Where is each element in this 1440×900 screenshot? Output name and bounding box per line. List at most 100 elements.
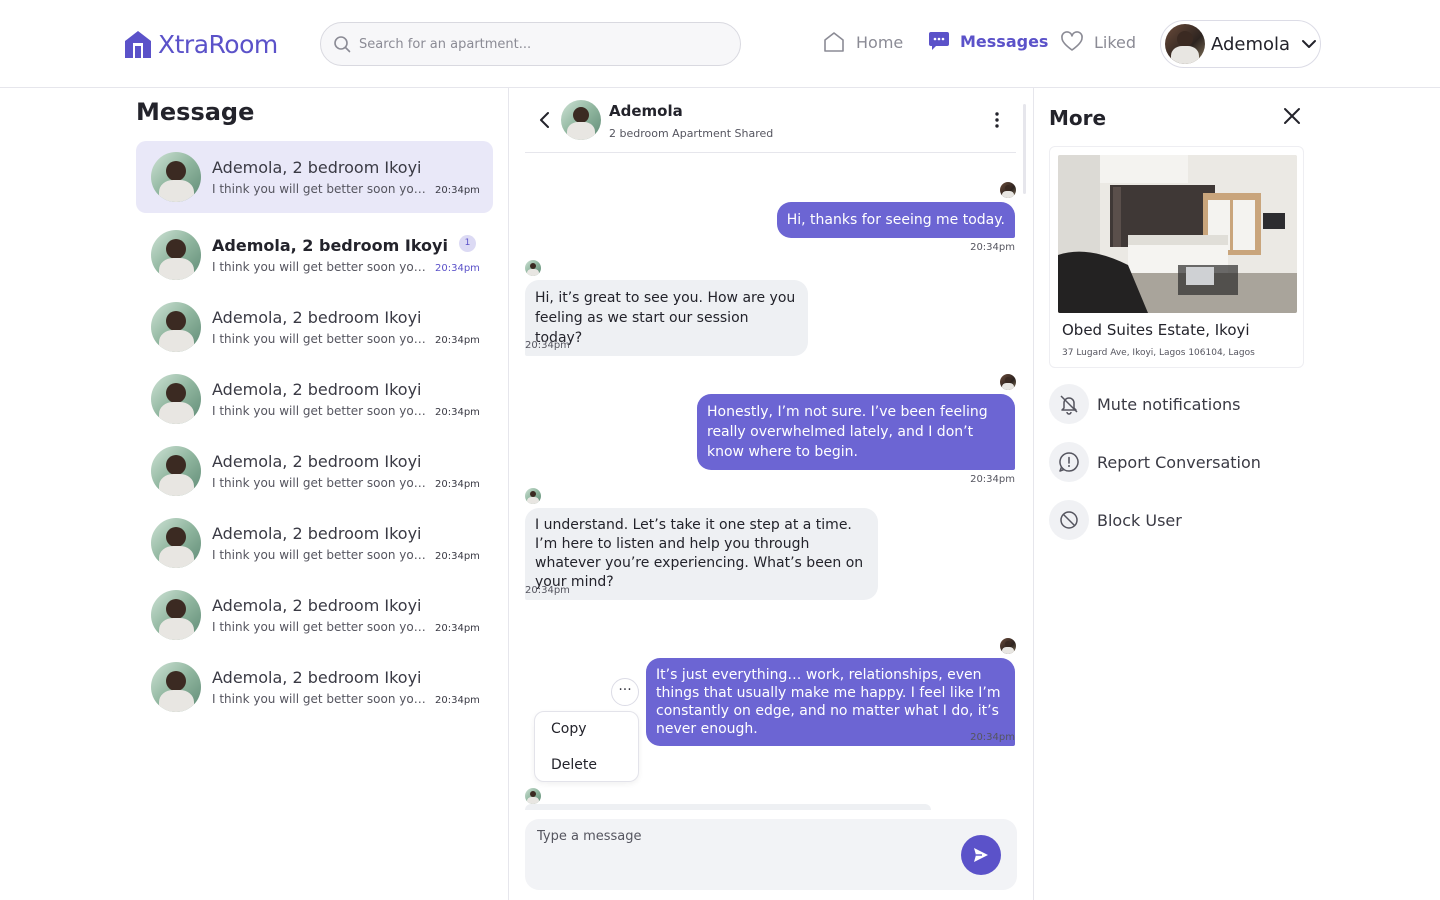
conversation-time: 20:34pm	[435, 407, 480, 418]
chat-scrollbar[interactable]	[1023, 104, 1026, 194]
copy-menu-item[interactable]: Copy	[551, 721, 587, 737]
message-outgoing[interactable]: Hi, thanks for seeing me today.	[776, 202, 1015, 238]
nav-messages[interactable]: Messages	[928, 30, 1048, 52]
house-logo-icon	[125, 31, 151, 58]
conversation-title: Ademola, 2 bedroom Ikoyi	[212, 158, 422, 177]
conversation-avatar	[151, 518, 201, 568]
alert-circle-icon	[1049, 442, 1089, 482]
nav-liked-label: Liked	[1094, 32, 1137, 52]
property-name: Obed Suites Estate, Ikoyi	[1062, 321, 1250, 339]
sender-avatar	[525, 260, 541, 276]
conversation-preview: I think you will get better soon you jus…	[212, 332, 430, 346]
conversation-item[interactable]: Ademola, 2 bedroom Ikoyi I think you wil…	[136, 141, 493, 213]
conversation-title: Ademola, 2 bedroom Ikoyi	[212, 596, 422, 615]
conversation-preview: I think you will get better soon you jus…	[212, 260, 430, 274]
message-time: 20:34pm	[525, 340, 570, 351]
conversation-item[interactable]: Ademola, 2 bedroom Ikoyi 1 I think you w…	[136, 219, 493, 291]
search-bar[interactable]	[320, 22, 741, 66]
conversation-item[interactable]: Ademola, 2 bedroom Ikoyi I think you wil…	[136, 435, 493, 507]
contact-listing: 2 bedroom Apartment Shared	[609, 127, 774, 140]
message-time: 20:34pm	[970, 242, 1015, 253]
brand-name: XtraRoom	[158, 29, 278, 59]
send-button[interactable]	[961, 835, 1001, 875]
conversation-time: 20:34pm	[435, 479, 480, 490]
conversation-avatar	[151, 230, 201, 280]
message-options-button[interactable]: ···	[611, 678, 639, 706]
conversation-avatar	[151, 152, 201, 202]
top-bar: XtraRoom Home Messages Liked Ademola	[0, 0, 1440, 88]
mute-notifications-label: Mute notifications	[1097, 394, 1241, 414]
sender-avatar	[525, 488, 541, 504]
chat-header: Ademola 2 bedroom Apartment Shared	[525, 88, 1016, 153]
property-address: 37 Lugard Ave, Ikoyi, Lagos 106104, Lago…	[1062, 348, 1255, 358]
conversation-time: 20:34pm	[435, 623, 480, 634]
messages-title: Message	[136, 98, 255, 126]
conversation-preview: I think you will get better soon you jus…	[212, 476, 430, 490]
conversation-item[interactable]: Ademola, 2 bedroom Ikoyi I think you wil…	[136, 507, 493, 579]
sender-avatar	[525, 788, 541, 804]
conversation-time: 20:34pm	[435, 263, 480, 274]
kebab-icon[interactable]	[987, 110, 1007, 130]
contact-name: Ademola	[609, 102, 683, 120]
conversation-title: Ademola, 2 bedroom Ikoyi	[212, 236, 448, 255]
conversation-preview: I think you will get better soon you jus…	[212, 692, 430, 706]
conversation-list-panel: Message Ademola, 2 bedroom Ikoyi I think…	[0, 88, 509, 900]
more-title: More	[1049, 106, 1107, 130]
more-panel: More Obed Suites Estate, Ikoyi 37 Lugard…	[1034, 88, 1440, 900]
conversation-preview: I think you will get better soon you jus…	[212, 404, 430, 418]
conversation-time: 20:34pm	[435, 335, 480, 346]
report-conversation-button[interactable]: Report Conversation	[1049, 442, 1261, 482]
message-outgoing[interactable]: It’s just everything… work, relationship…	[646, 658, 1015, 746]
message-context-menu: Copy Delete	[534, 711, 639, 782]
conversation-item[interactable]: Ademola, 2 bedroom Ikoyi I think you wil…	[136, 363, 493, 435]
conversation-title: Ademola, 2 bedroom Ikoyi	[212, 308, 422, 327]
conversation-preview: I think you will get better soon you jus…	[212, 182, 430, 196]
chat-bubble-icon	[929, 32, 949, 50]
user-menu[interactable]: Ademola	[1160, 20, 1321, 68]
property-photo	[1058, 155, 1297, 313]
conversation-title: Ademola, 2 bedroom Ikoyi	[212, 380, 422, 399]
conversation-avatar	[151, 590, 201, 640]
message-outgoing[interactable]: Honestly, I’m not sure. I’ve been feelin…	[697, 394, 1015, 470]
conversation-title: Ademola, 2 bedroom Ikoyi	[212, 524, 422, 543]
contact-avatar	[561, 100, 601, 140]
conversation-avatar	[151, 374, 201, 424]
chevron-down-icon	[1302, 40, 1317, 48]
conversation-time: 20:34pm	[435, 695, 480, 706]
message-incoming[interactable]: I understand. Let’s take it one step at …	[525, 508, 878, 600]
mute-notifications-button[interactable]: Mute notifications	[1049, 384, 1240, 424]
block-user-button[interactable]: Block User	[1049, 500, 1182, 540]
close-icon[interactable]	[1282, 106, 1302, 126]
conversation-item[interactable]: Ademola, 2 bedroom Ikoyi I think you wil…	[136, 651, 493, 723]
report-conversation-label: Report Conversation	[1097, 452, 1261, 472]
nav-liked[interactable]: Liked	[1060, 30, 1136, 54]
sender-avatar	[1000, 638, 1016, 654]
block-icon	[1049, 500, 1089, 540]
home-icon	[824, 32, 844, 52]
conversation-title: Ademola, 2 bedroom Ikoyi	[212, 452, 422, 471]
message-time: 20:34pm	[970, 732, 1015, 743]
message-incoming-partial	[525, 804, 931, 810]
search-input[interactable]	[359, 36, 699, 52]
chevron-left-icon[interactable]	[535, 110, 555, 130]
block-user-label: Block User	[1097, 510, 1182, 530]
brand-logo[interactable]: XtraRoom	[124, 28, 278, 60]
property-card[interactable]: Obed Suites Estate, Ikoyi 37 Lugard Ave,…	[1049, 146, 1304, 368]
unread-badge: 1	[459, 235, 476, 252]
conversation-item[interactable]: Ademola, 2 bedroom Ikoyi I think you wil…	[136, 579, 493, 651]
nav-messages-label: Messages	[960, 31, 1049, 51]
user-name: Ademola	[1211, 33, 1291, 55]
search-icon	[334, 36, 351, 53]
conversation-avatar	[151, 662, 201, 712]
sender-avatar	[1000, 374, 1016, 390]
conversation-title: Ademola, 2 bedroom Ikoyi	[212, 668, 422, 687]
delete-menu-item[interactable]: Delete	[551, 757, 597, 773]
message-input[interactable]	[537, 829, 937, 869]
sender-avatar	[1000, 182, 1016, 198]
conversation-preview: I think you will get better soon you jus…	[212, 548, 430, 562]
conversation-preview: I think you will get better soon you jus…	[212, 620, 430, 634]
conversation-item[interactable]: Ademola, 2 bedroom Ikoyi I think you wil…	[136, 291, 493, 363]
nav-home-label: Home	[856, 32, 904, 52]
conversation-avatar	[151, 302, 201, 352]
nav-home[interactable]: Home	[822, 30, 903, 54]
